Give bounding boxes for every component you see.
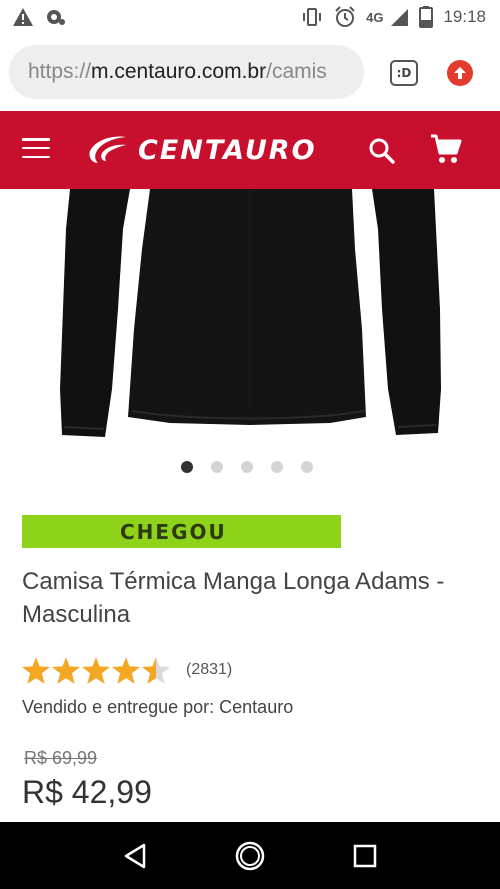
status-left <box>12 7 66 27</box>
star-half-icon <box>142 656 170 684</box>
status-right: 4G 19:18 <box>300 6 486 28</box>
seller-info: Vendido e entregue por: Centauro <box>22 697 294 717</box>
network-type: 4G <box>366 9 384 25</box>
recents-square-icon <box>353 844 376 867</box>
home-circle-icon <box>235 841 265 870</box>
carousel-dot-5[interactable] <box>301 461 313 473</box>
carousel-dot-3[interactable] <box>241 461 253 473</box>
recents-button[interactable] <box>347 838 383 874</box>
vibrate-icon <box>303 8 322 26</box>
carousel-dot-1[interactable] <box>181 461 193 473</box>
back-button[interactable] <box>117 838 153 874</box>
warning-icon <box>13 8 33 26</box>
browser-toolbar: https://m.centauro.com.br/camis :D <box>0 34 500 111</box>
tab-switcher-button[interactable]: :D <box>390 60 418 86</box>
star-full-icon <box>22 656 50 684</box>
carousel-dot-2[interactable] <box>211 461 223 473</box>
url-scheme: https:// <box>28 60 92 83</box>
product-image[interactable] <box>0 189 500 451</box>
url-path: /camis <box>266 60 327 83</box>
search-icon[interactable] <box>368 137 396 165</box>
centauro-logo[interactable]: CENTAURO <box>86 128 317 172</box>
star-full-icon <box>52 656 80 684</box>
review-count[interactable]: (2831) <box>186 661 232 679</box>
status-bar: 4G 19:18 <box>0 0 500 34</box>
new-arrival-badge: CHEGOU <box>22 515 341 548</box>
product-rating[interactable]: (2831) <box>22 654 232 686</box>
update-button[interactable] <box>447 60 473 86</box>
arrow-up-icon <box>454 67 466 79</box>
shirt-image <box>60 189 441 437</box>
url-host: m.centauro.com.br <box>91 60 267 83</box>
alarm-icon <box>335 6 355 27</box>
clock: 19:18 <box>443 7 486 26</box>
site-header: CENTAURO <box>0 111 500 189</box>
old-price: R$ 69,99 <box>24 748 98 768</box>
sync-icon <box>47 10 65 25</box>
signal-icon <box>391 9 409 26</box>
back-triangle-icon <box>125 843 146 868</box>
battery-icon <box>419 6 434 28</box>
system-nav-bar <box>0 822 500 889</box>
home-button[interactable] <box>232 838 268 874</box>
centauro-logo-mark <box>89 136 126 163</box>
current-price: R$ 42,99 <box>22 774 152 810</box>
url-bar[interactable]: https://m.centauro.com.br/camis <box>9 45 364 99</box>
carousel-dots <box>0 461 500 475</box>
star-full-icon <box>112 656 140 684</box>
shopping-cart-icon[interactable] <box>430 133 462 165</box>
product-title: Camisa Térmica Manga Longa Adams - Mascu… <box>22 568 445 628</box>
carousel-dot-4[interactable] <box>271 461 283 473</box>
rating-stars <box>22 656 170 684</box>
brand-name: CENTAURO <box>138 134 317 166</box>
star-full-icon <box>82 656 110 684</box>
hamburger-menu-icon[interactable] <box>22 138 50 158</box>
